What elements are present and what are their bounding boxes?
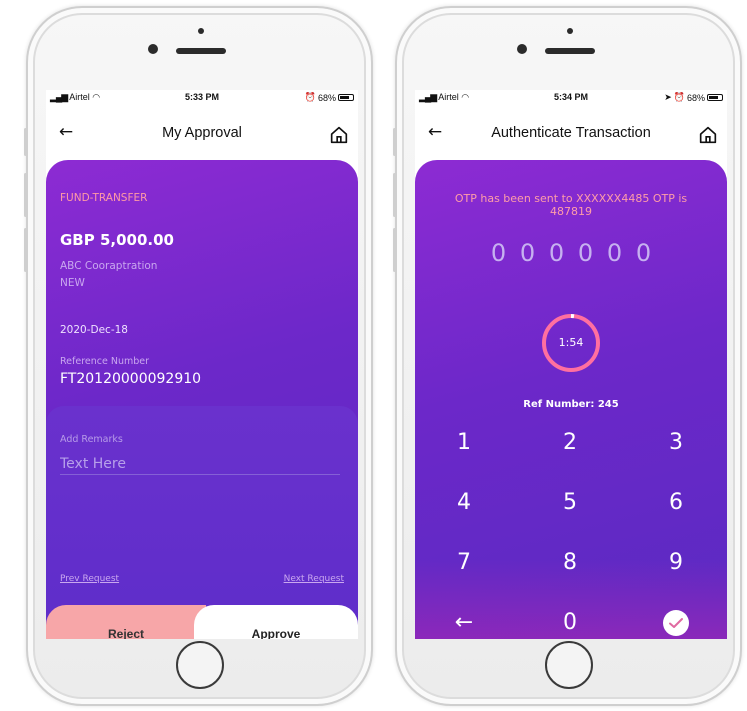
key-7[interactable]: 7 [434, 543, 494, 583]
approve-button[interactable]: Approve [194, 605, 358, 639]
key-8[interactable]: 8 [540, 543, 600, 583]
otp-digit: 0 [548, 239, 565, 267]
page-title: My Approval [162, 125, 242, 141]
hardware-home-button[interactable] [545, 641, 593, 689]
otp-message: OTP has been sent to XXXXXX4485 OTP is 4… [454, 192, 688, 218]
volume-down-button [24, 228, 27, 272]
mute-switch [393, 128, 396, 156]
location-icon: ➤ [664, 92, 672, 102]
app-bar: ← Authenticate Transaction [415, 114, 727, 154]
battery-status: ➤ ⏰ 68% [664, 92, 723, 103]
company-name: ABC Cooraptration [60, 260, 158, 272]
otp-digit: 0 [519, 239, 536, 267]
next-request-link[interactable]: Next Request [284, 574, 344, 584]
key-4[interactable]: 4 [434, 483, 494, 523]
battery-percent: 68% [686, 92, 705, 103]
screen-authenticate-transaction: ▂▄▆ Airtel ◠ 5:34 PM ➤ ⏰ 68% ← Authenticat… [415, 90, 727, 639]
key-1[interactable]: 1 [434, 423, 494, 463]
countdown-timer: 1:54 [558, 336, 584, 349]
key-3[interactable]: 3 [646, 423, 706, 463]
reference-number: FT20120000092910 [60, 371, 202, 387]
mute-switch [24, 128, 27, 156]
battery-percent: 68% [317, 92, 336, 103]
home-icon[interactable] [328, 124, 350, 146]
otp-input[interactable]: 0 0 0 0 0 0 [415, 239, 727, 267]
hardware-home-button[interactable] [176, 641, 224, 689]
confirm-button[interactable] [663, 610, 689, 636]
status-bar: ▂▄▆ Airtel ◠ 5:34 PM ➤ ⏰ 68% [415, 90, 727, 104]
front-camera [148, 44, 158, 54]
reject-button[interactable]: Reject [46, 605, 206, 639]
proximity-sensor [567, 28, 573, 34]
app-bar: ← My Approval [46, 114, 358, 154]
alarm-icon: ⏰ [304, 92, 316, 102]
volume-down-button [393, 228, 396, 272]
proximity-sensor [198, 28, 204, 34]
key-9[interactable]: 9 [646, 543, 706, 583]
remarks-label: Add Remarks [60, 434, 123, 445]
phone-frame-left: ▂▄▆ Airtel ◠ 5:33 PM ⏰ 68% ← My Approval … [24, 6, 373, 706]
key-5[interactable]: 5 [540, 483, 600, 523]
battery-status: ⏰ 68% [305, 92, 354, 103]
status-bar: ▂▄▆ Airtel ◠ 5:33 PM ⏰ 68% [46, 90, 358, 104]
otp-digit: 0 [635, 239, 652, 267]
otp-digit: 0 [606, 239, 623, 267]
key-0[interactable]: 0 [540, 603, 600, 639]
earpiece-speaker [545, 48, 595, 54]
prev-request-link[interactable]: Prev Request [60, 574, 119, 584]
transaction-date: 2020-Dec-18 [60, 324, 128, 336]
page-title: Authenticate Transaction [491, 125, 651, 141]
key-2[interactable]: 2 [540, 423, 600, 463]
check-icon [669, 618, 683, 628]
battery-icon [338, 94, 354, 101]
alarm-icon: ⏰ [673, 92, 685, 102]
volume-up-button [393, 173, 396, 217]
reference-label: Reference Number [60, 356, 150, 367]
transaction-amount: GBP 5,000.00 [60, 231, 174, 249]
screen-my-approval: ▂▄▆ Airtel ◠ 5:33 PM ⏰ 68% ← My Approval … [46, 90, 358, 639]
volume-up-button [24, 173, 27, 217]
front-camera [517, 44, 527, 54]
otp-digit: 0 [577, 239, 594, 267]
phone-frame-right: ▂▄▆ Airtel ◠ 5:34 PM ➤ ⏰ 68% ← Authenticat… [393, 6, 742, 706]
home-icon[interactable] [697, 124, 719, 146]
backspace-key[interactable]: ← [434, 603, 494, 639]
back-arrow-icon[interactable]: ← [423, 122, 447, 146]
remarks-input[interactable] [60, 453, 340, 475]
key-6[interactable]: 6 [646, 483, 706, 523]
status-badge: NEW [60, 277, 85, 289]
numeric-keypad: 1 2 3 4 5 6 7 8 9 ← 0 [415, 423, 727, 639]
ref-number: Ref Number: 245 [523, 399, 619, 410]
otp-digit: 0 [490, 239, 507, 267]
back-arrow-icon[interactable]: ← [54, 122, 78, 146]
battery-icon [707, 94, 723, 101]
transaction-type: FUND-TRANSFER [60, 192, 148, 204]
earpiece-speaker [176, 48, 226, 54]
